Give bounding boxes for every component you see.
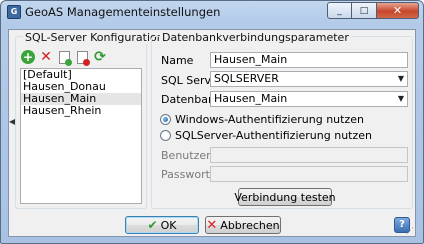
refresh-icon[interactable]: ⟳ [93, 50, 107, 64]
windows-auth-option[interactable]: Windows-Authentifizierung nutzen [160, 113, 364, 126]
window-title: GeoAS Managementeinstellungen [25, 5, 221, 19]
sql-auth-option[interactable]: SQLServer-Authentifizierung nutzen [160, 129, 372, 142]
new-document-button[interactable] [57, 50, 72, 66]
database-value: Hausen_Main [214, 92, 288, 105]
windows-auth-label: Windows-Authentifizierung nutzen [175, 113, 364, 126]
config-toolbar: + ✕ ⟳ [21, 50, 107, 66]
user-input[interactable] [210, 147, 408, 163]
check-icon: ✔ [147, 218, 158, 232]
maximize-icon: □ [359, 5, 369, 16]
close-button[interactable]: ✕ [377, 2, 419, 19]
name-input[interactable]: Hausen_Main [210, 52, 408, 68]
minimize-icon: _ [337, 5, 342, 16]
cancel-label: Abbrechen [220, 218, 280, 232]
remove-document-button[interactable] [75, 50, 90, 66]
database-select[interactable]: Hausen_Main ▼ [210, 91, 408, 107]
cancel-icon: ✕ [206, 217, 218, 233]
ok-button[interactable]: ✔ OK [125, 216, 199, 234]
maximize-button[interactable]: □ [352, 2, 377, 19]
new-document-icon [58, 50, 72, 66]
delete-icon[interactable]: ✕ [39, 50, 53, 64]
test-connection-button[interactable]: Verbindung testen [234, 188, 336, 206]
cancel-button[interactable]: ✕ Abbrechen [205, 216, 281, 234]
user-label: Benutzer [161, 149, 211, 162]
dialog-client-area: ◀ SQL-Server Konfigurationen + ✕ ⟳ [Defa… [8, 29, 416, 237]
chevron-down-icon: ▼ [397, 94, 404, 103]
connection-params-title: Datenbankverbindungsparameter [160, 31, 351, 44]
close-icon: ✕ [392, 4, 403, 17]
windows-auth-radio[interactable] [160, 114, 171, 125]
add-icon[interactable]: + [21, 50, 35, 64]
connection-params-group: Datenbankverbindungsparameter Name Hause… [151, 31, 413, 209]
title-bar[interactable]: G GeoAS Managementeinstellungen _ □ ✕ [1, 1, 423, 23]
sql-server-select[interactable]: SQLSERVER ▼ [210, 71, 408, 87]
resize-grip-icon[interactable]: ⋰ [406, 226, 414, 235]
config-listbox[interactable]: [Default] Hausen_Donau Hausen_Main Hause… [20, 68, 142, 204]
ok-label: OK [160, 218, 177, 232]
minimize-button[interactable]: _ [327, 2, 352, 19]
list-item-hausen-rhein[interactable]: Hausen_Rhein [21, 105, 141, 117]
password-input[interactable] [210, 166, 408, 182]
test-connection-label: Verbindung testen [234, 190, 336, 204]
name-label: Name [161, 54, 194, 67]
password-label: Passwort [161, 168, 210, 181]
sql-server-config-group: SQL-Server Konfigurationen + ✕ ⟳ [Defaul… [15, 31, 180, 209]
dialog-window: G GeoAS Managementeinstellungen _ □ ✕ ◀ … [0, 0, 424, 244]
sql-auth-radio[interactable] [160, 130, 171, 141]
chevron-down-icon: ▼ [397, 74, 404, 83]
sql-server-value: SQLSERVER [214, 72, 279, 85]
sql-auth-label: SQLServer-Authentifizierung nutzen [175, 129, 372, 142]
app-icon: G [7, 5, 21, 19]
remove-document-icon [76, 50, 90, 66]
window-controls: _ □ ✕ [327, 2, 419, 19]
